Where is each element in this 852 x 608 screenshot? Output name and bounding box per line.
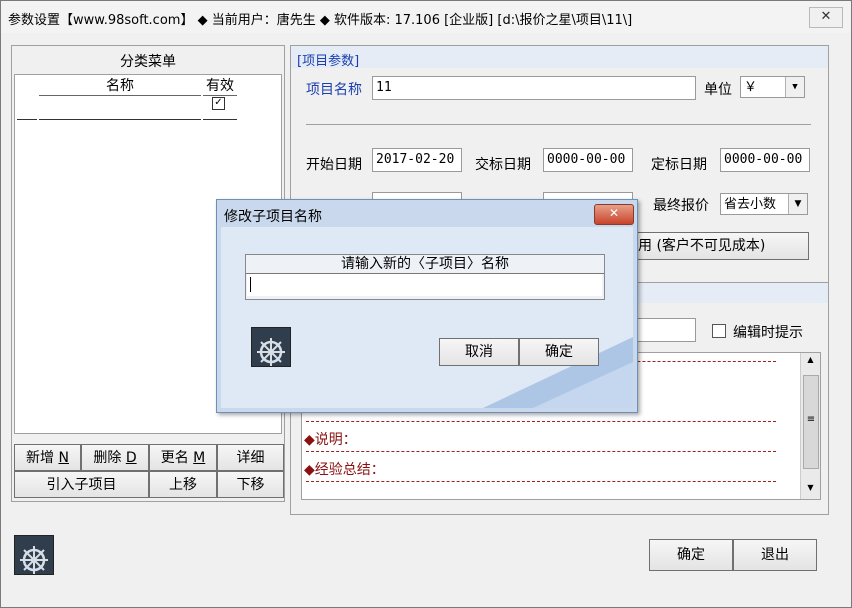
- scroll-thumb[interactable]: ≡: [803, 375, 819, 469]
- project-name-input[interactable]: 11: [372, 76, 696, 100]
- edit-prompt-checkbox[interactable]: [712, 324, 726, 338]
- window-close-button[interactable]: ✕: [809, 7, 843, 28]
- vertical-scrollbar[interactable]: ▲ ≡ ▼: [800, 353, 820, 499]
- final-quote-label: 最终报价: [653, 198, 709, 214]
- award-date-label: 定标日期: [651, 157, 707, 173]
- exit-button[interactable]: 退出: [733, 539, 817, 571]
- title-bar: 参数设置【www.98soft.com】 ◆ 当前用户：唐先生 ◆ 软件版本: …: [1, 1, 851, 33]
- start-date-label: 开始日期: [306, 157, 362, 173]
- unit-label: 单位: [704, 82, 732, 98]
- category-panel-title: 分类菜单: [120, 54, 176, 70]
- new-name-input[interactable]: [247, 274, 602, 296]
- col-header-name[interactable]: 名称: [39, 75, 201, 96]
- dash-line: [306, 421, 776, 422]
- edit-prompt-label: 编辑时提示: [733, 325, 803, 341]
- start-date-input[interactable]: 2017-02-20: [372, 148, 462, 172]
- section-header-band: [291, 46, 828, 68]
- unit-value: ￥: [744, 80, 758, 95]
- separator: [306, 124, 811, 125]
- award-date-input[interactable]: 0000-00-00: [720, 148, 810, 172]
- chevron-down-icon[interactable]: ▼: [788, 194, 807, 214]
- dialog-body: 请输入新的〈子项目〉名称 取消 确定: [221, 227, 633, 408]
- note-label: ◆说明：: [304, 432, 357, 448]
- valid-checkbox[interactable]: ✓: [212, 97, 225, 110]
- delete-button[interactable]: 删除 D: [81, 444, 149, 471]
- prompt-box: 请输入新的〈子项目〉名称: [245, 254, 605, 300]
- window-title: 参数设置【www.98soft.com】 ◆ 当前用户：唐先生 ◆ 软件版本: …: [8, 13, 633, 28]
- dialog-title: 修改子项目名称: [224, 209, 322, 225]
- dialog-logo-icon: [251, 327, 291, 367]
- add-button[interactable]: 新增 N: [14, 444, 81, 471]
- final-quote-select[interactable]: 省去小数 ▼: [720, 193, 808, 215]
- ok-button[interactable]: 确定: [649, 539, 733, 571]
- move-down-button[interactable]: 下移: [217, 471, 284, 498]
- unit-select[interactable]: ￥ ▼: [740, 76, 805, 98]
- delivery-date-input[interactable]: 0000-00-00: [543, 148, 633, 172]
- list-row-underline: [17, 119, 37, 120]
- detail-button[interactable]: 详细: [217, 444, 284, 471]
- list-row-underline: [203, 119, 237, 120]
- rename-subproject-dialog: 修改子项目名称 ✕ 请输入新的〈子项目〉名称 取消 确定: [216, 199, 638, 413]
- text-cursor: [250, 277, 251, 292]
- list-row-underline: [39, 119, 201, 120]
- app-logo-icon: [14, 535, 54, 575]
- chevron-down-icon[interactable]: ▼: [785, 77, 804, 97]
- prompt-text: 请输入新的〈子项目〉名称: [246, 256, 604, 274]
- scroll-up-icon[interactable]: ▲: [801, 355, 820, 364]
- rename-button[interactable]: 更名 M: [149, 444, 217, 471]
- project-name-label: 项目名称: [306, 82, 362, 98]
- col-header-valid[interactable]: 有效: [203, 75, 237, 96]
- experience-label: ◆经验总结：: [304, 462, 385, 478]
- main-window: 参数设置【www.98soft.com】 ◆ 当前用户：唐先生 ◆ 软件版本: …: [0, 0, 852, 608]
- dialog-close-button[interactable]: ✕: [594, 204, 634, 225]
- import-subproject-button[interactable]: 引入子项目: [14, 471, 149, 498]
- dialog-cancel-button[interactable]: 取消: [439, 338, 519, 366]
- dialog-ok-button[interactable]: 确定: [519, 338, 599, 366]
- section-title: [项目参数]: [297, 54, 360, 69]
- dash-line: [306, 451, 776, 452]
- delivery-date-label: 交标日期: [475, 157, 531, 173]
- final-quote-value: 省去小数: [724, 197, 777, 212]
- dash-line: [306, 481, 776, 482]
- move-up-button[interactable]: 上移: [149, 471, 217, 498]
- scroll-down-icon[interactable]: ▼: [801, 483, 820, 492]
